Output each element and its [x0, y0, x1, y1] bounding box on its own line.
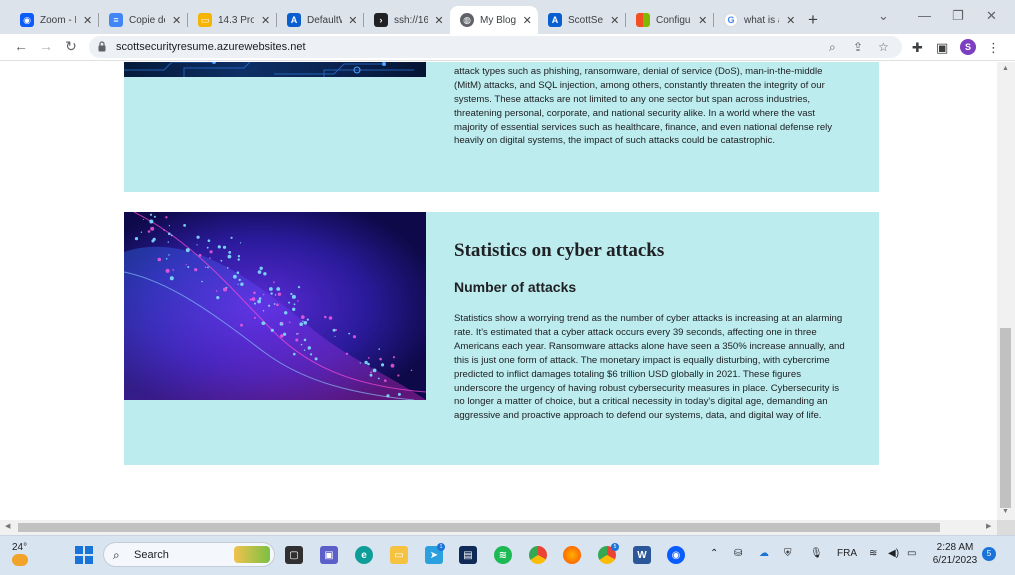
- zoom-magnifier-icon[interactable]: ⌕: [829, 40, 836, 55]
- section-subheading: Number of attacks: [454, 279, 577, 295]
- system-clock[interactable]: 2:28 AM 6/21/2023: [932, 541, 978, 567]
- tray-security-icon[interactable]: ⛨: [784, 548, 792, 559]
- extensions-icon[interactable]: ✚: [912, 40, 923, 56]
- close-icon[interactable]: ✕: [785, 14, 796, 27]
- close-icon[interactable]: ✕: [434, 14, 444, 27]
- wifi-icon[interactable]: ≋: [869, 548, 877, 559]
- tab-azure-scottsec[interactable]: A ScottSec ✕: [538, 6, 626, 34]
- telegram-badge: 1: [437, 543, 445, 551]
- volume-icon[interactable]: ◀): [888, 548, 899, 559]
- address-bar[interactable]: scottsecurityresume.azurewebsites.net ⌕ …: [89, 36, 902, 58]
- tray-app-icon[interactable]: ⛁: [734, 548, 742, 559]
- search-icon: ⌕: [113, 548, 120, 562]
- tab-ssh[interactable]: › ssh://16 ✕: [364, 6, 450, 34]
- share-icon[interactable]: ⇪: [853, 40, 863, 54]
- circuit-image: [124, 62, 426, 77]
- horizontal-scrollbar[interactable]: ◀ ▶: [0, 520, 997, 535]
- forward-icon[interactable]: →: [37, 38, 55, 54]
- azure-icon: A: [287, 13, 301, 27]
- tab-azure-default[interactable]: A DefaultW ✕: [277, 6, 364, 34]
- taskbar-search[interactable]: ⌕ Search: [103, 542, 275, 567]
- minimize-icon[interactable]: —: [918, 8, 931, 23]
- vertical-scrollbar[interactable]: ▲ ▼: [997, 62, 1015, 520]
- tab-slides[interactable]: ▭ 14.3 Prol ✕: [188, 6, 277, 34]
- reload-icon[interactable]: ↻: [62, 38, 80, 55]
- close-icon[interactable]: ✕: [348, 14, 358, 27]
- tab-google-search[interactable]: G what is a ✕: [714, 6, 802, 34]
- tab-my-blog[interactable]: ◍ My Blog ✕: [450, 6, 538, 34]
- profile-avatar[interactable]: S: [960, 39, 976, 55]
- pycharm-icon[interactable]: ▤: [459, 546, 477, 564]
- side-panel-icon[interactable]: ▣: [936, 40, 948, 56]
- microsoft-icon: [636, 13, 650, 27]
- edge-icon[interactable]: e: [355, 546, 373, 564]
- scroll-left-icon[interactable]: ◀: [5, 522, 10, 530]
- zoom-icon: ◉: [20, 13, 34, 27]
- windows-taskbar: 24° ⌕ Search ▢ ▣ e ▭ ➤ 1 ▤ ≋ 5 W ◉ ⌃ ⛁ ☁…: [0, 535, 1015, 575]
- browser-toolbar: ← → ↻ scottsecurityresume.azurewebsites.…: [0, 34, 1015, 61]
- chrome-icon[interactable]: [529, 546, 547, 564]
- onedrive-cloud-icon[interactable]: ☁: [759, 548, 769, 559]
- new-tab-button[interactable]: +: [808, 10, 818, 30]
- network-particles-image: [124, 212, 426, 400]
- microphone-icon[interactable]: 🎙: [810, 548, 823, 559]
- section-heading: Statistics on cyber attacks: [454, 240, 665, 261]
- slides-icon: ▭: [198, 13, 212, 27]
- statistics-paragraph: Statistics show a worrying trend as the …: [454, 313, 845, 422]
- start-windows-icon[interactable]: [75, 546, 93, 564]
- menu-kebab-icon[interactable]: ⋮: [987, 40, 1000, 56]
- tab-microsoft-configure[interactable]: Configur ✕: [626, 6, 714, 34]
- close-window-icon[interactable]: ✕: [986, 8, 997, 24]
- tab-google-docs[interactable]: ≡ Copie de ✕: [99, 6, 188, 34]
- scrollbar-corner: [997, 520, 1015, 535]
- url-text[interactable]: scottsecurityresume.azurewebsites.net: [116, 41, 306, 53]
- close-icon[interactable]: ✕: [522, 14, 532, 27]
- weather-temperature: 24°: [12, 542, 28, 553]
- google-docs-icon: ≡: [109, 13, 123, 27]
- firefox-icon[interactable]: [563, 546, 581, 564]
- tab-search-chevron-icon[interactable]: ⌄: [878, 8, 889, 24]
- teams-chat-icon[interactable]: ▣: [320, 546, 338, 564]
- close-icon[interactable]: ✕: [260, 14, 271, 27]
- task-view-icon[interactable]: ▢: [285, 546, 303, 564]
- battery-icon[interactable]: ▭: [907, 548, 916, 559]
- word-icon[interactable]: W: [633, 546, 651, 564]
- file-explorer-icon[interactable]: ▭: [390, 546, 408, 564]
- page-viewport: which unfortunately also increases the p…: [0, 62, 997, 520]
- weather-sun-icon: [12, 554, 28, 566]
- restore-icon[interactable]: ❐: [952, 8, 964, 24]
- article-card-statistics: Statistics on cyber attacks Number of at…: [124, 212, 879, 465]
- close-icon[interactable]: ✕: [697, 14, 708, 27]
- language-indicator[interactable]: FRA: [837, 548, 857, 559]
- tab-zoom[interactable]: ◉ Zoom - F ✕: [10, 6, 99, 34]
- terminal-icon: ›: [374, 13, 388, 27]
- scroll-right-icon[interactable]: ▶: [986, 522, 991, 530]
- article-card: which unfortunately also increases the p…: [124, 62, 879, 192]
- azure-icon: A: [548, 13, 562, 27]
- close-icon[interactable]: ✕: [82, 14, 93, 27]
- zoom-app-icon[interactable]: ◉: [667, 546, 685, 564]
- intro-paragraph: which unfortunately also increases the p…: [454, 62, 833, 147]
- back-icon[interactable]: ←: [12, 38, 30, 54]
- weather-widget[interactable]: 24°: [12, 542, 28, 566]
- search-highlight-icon: [234, 546, 270, 563]
- tab-strip: ◉ Zoom - F ✕ ≡ Copie de ✕ ▭ 14.3 Prol ✕ …: [0, 0, 1015, 34]
- tray-chevron-up-icon[interactable]: ⌃: [710, 548, 718, 559]
- close-icon[interactable]: ✕: [171, 14, 182, 27]
- bookmark-star-icon[interactable]: ☆: [878, 40, 889, 54]
- horizontal-scroll-thumb[interactable]: [18, 523, 940, 532]
- globe-icon: ◍: [460, 13, 474, 27]
- chrome-badge: 5: [611, 543, 619, 551]
- spotify-icon[interactable]: ≋: [494, 546, 512, 564]
- notification-badge[interactable]: 5: [982, 547, 996, 561]
- google-icon: G: [724, 13, 738, 27]
- scroll-up-icon[interactable]: ▲: [1002, 65, 1009, 72]
- vertical-scroll-thumb[interactable]: [1000, 328, 1011, 508]
- lock-icon[interactable]: [98, 41, 106, 52]
- close-icon[interactable]: ✕: [609, 14, 620, 27]
- scroll-down-icon[interactable]: ▼: [1002, 508, 1009, 515]
